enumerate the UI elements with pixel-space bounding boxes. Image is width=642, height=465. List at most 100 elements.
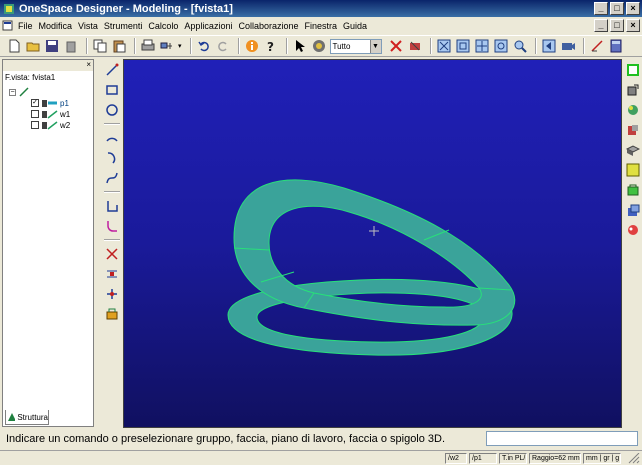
camera-icon[interactable] [560, 38, 576, 54]
workplane-view-icon[interactable] [625, 182, 641, 198]
measure-icon[interactable] [589, 38, 605, 54]
tree-item-label: w1 [60, 109, 71, 119]
selection-filter-value: Tutto [332, 41, 351, 51]
tree-root-row[interactable]: − [9, 87, 29, 97]
menu-vista[interactable]: Vista [75, 21, 101, 31]
move-part-icon[interactable] [625, 82, 641, 98]
status-bar: /w2 /p1 T.in PL/P.ti Raggio=62 mm mm | g… [0, 450, 642, 465]
calculator-icon[interactable] [608, 38, 624, 54]
constraint-tool-icon[interactable] [104, 286, 120, 302]
toolbar-separator [534, 38, 537, 54]
print-icon[interactable] [140, 38, 156, 54]
help-icon[interactable]: ? [263, 38, 279, 54]
tree-item-w2[interactable]: w2 [31, 120, 70, 130]
title-bar[interactable]: OneSpace Designer - Modeling - [fvista1]… [0, 0, 642, 17]
menu-strumenti[interactable]: Strumenti [101, 21, 146, 31]
active-workplane-cell[interactable]: /w2 [445, 453, 467, 464]
pan-view-icon[interactable] [474, 38, 490, 54]
workplane-icon [42, 109, 58, 119]
command-input[interactable] [486, 431, 638, 446]
toolbar-separator [582, 38, 585, 54]
rotate-view-icon[interactable] [493, 38, 509, 54]
filter-icon[interactable] [311, 38, 327, 54]
highlight-icon[interactable] [625, 162, 641, 178]
close-button[interactable]: × [626, 2, 640, 15]
view-toolbar [622, 60, 642, 427]
section-view-icon[interactable] [625, 122, 641, 138]
panel-header: × [3, 60, 93, 71]
magnify-icon[interactable] [512, 38, 528, 54]
tree-item-p1[interactable]: ✓ p1 [31, 98, 69, 108]
color-palette-icon[interactable] [625, 222, 641, 238]
visibility-checkbox[interactable] [31, 110, 39, 118]
toolbar-separator [104, 191, 120, 193]
fillet-tool-icon[interactable] [104, 218, 120, 234]
tab-label: Struttura [17, 412, 48, 422]
save-icon[interactable] [44, 38, 60, 54]
previous-view-icon[interactable] [541, 38, 557, 54]
circle-tool-icon[interactable] [104, 102, 120, 118]
workplane-tool-icon[interactable] [104, 306, 120, 322]
3d-viewport[interactable] [123, 59, 622, 428]
render-mode-icon[interactable] [625, 142, 641, 158]
maximize-button[interactable]: □ [610, 2, 624, 15]
collapse-icon[interactable]: − [9, 88, 16, 96]
arc-tangent-tool-icon[interactable] [104, 150, 120, 166]
radius-readout-cell: Raggio=62 mm [529, 453, 581, 464]
info-icon[interactable] [244, 38, 260, 54]
active-part-cell[interactable]: /p1 [469, 453, 497, 464]
doc-close-button[interactable]: × [626, 19, 640, 32]
polyline-tool-icon[interactable] [104, 198, 120, 214]
doc-maximize-button[interactable]: □ [610, 19, 624, 32]
arc-tool-icon[interactable] [104, 130, 120, 146]
document-icon[interactable] [2, 20, 13, 31]
shading-icon[interactable] [625, 102, 641, 118]
select-box-icon[interactable] [625, 62, 641, 78]
dropdown-arrow-icon[interactable]: ▾ [178, 42, 182, 50]
visibility-checkbox[interactable] [31, 121, 39, 129]
selection-mode-cell[interactable]: T.in PL/P.ti [499, 453, 527, 464]
trim-tool-icon[interactable] [104, 246, 120, 262]
menu-guida[interactable]: Guida [340, 21, 370, 31]
open-folder-icon[interactable] [25, 38, 41, 54]
line-tool-icon[interactable] [104, 62, 120, 78]
model-canvas[interactable] [124, 60, 621, 427]
layers-icon[interactable] [625, 202, 641, 218]
edit-tools-icon[interactable] [407, 38, 423, 54]
dimension-tool-icon[interactable] [104, 266, 120, 282]
part-icon [42, 99, 57, 107]
spline-tool-icon[interactable] [104, 170, 120, 186]
new-file-icon[interactable] [6, 38, 22, 54]
visibility-checkbox[interactable]: ✓ [31, 99, 39, 107]
menu-modifica[interactable]: Modifica [36, 21, 76, 31]
structure-panel: × F.vista: fvista1 − ✓ p1 w1 w2 [2, 59, 94, 427]
redo-icon[interactable] [215, 38, 231, 54]
network-icon[interactable] [159, 38, 175, 54]
units-cell[interactable]: mm | gr | g [583, 453, 621, 464]
resize-grip-icon[interactable] [624, 453, 640, 464]
zoom-window-icon[interactable] [455, 38, 471, 54]
menu-applicazioni[interactable]: Applicazioni [181, 21, 235, 31]
delete-selection-icon[interactable] [388, 38, 404, 54]
rectangle-tool-icon[interactable] [104, 82, 120, 98]
undo-icon[interactable] [196, 38, 212, 54]
panel-close-button[interactable]: × [86, 60, 91, 71]
main-toolbar: ▾ ? Tutto ▼ [0, 35, 642, 57]
menu-file[interactable]: File [15, 21, 36, 31]
doc-minimize-button[interactable]: _ [594, 19, 608, 32]
fit-view-icon[interactable] [436, 38, 452, 54]
menu-finestra[interactable]: Finestra [302, 21, 341, 31]
copy-icon[interactable] [92, 38, 108, 54]
trash-icon[interactable] [63, 38, 79, 54]
menu-collaborazione[interactable]: Collaborazione [235, 21, 301, 31]
application-window: OneSpace Designer - Modeling - [fvista1]… [0, 0, 642, 465]
chevron-down-icon[interactable]: ▼ [369, 39, 381, 53]
tab-struttura[interactable]: Struttura [5, 410, 49, 425]
tree-item-w1[interactable]: w1 [31, 109, 70, 119]
menu-calcolo[interactable]: Calcolo [145, 21, 181, 31]
paste-icon[interactable] [111, 38, 127, 54]
selection-filter-combo[interactable]: Tutto ▼ [329, 38, 382, 54]
minimize-button[interactable]: _ [594, 2, 608, 15]
select-pointer-icon[interactable] [292, 38, 308, 54]
toolbar-separator [429, 38, 432, 54]
